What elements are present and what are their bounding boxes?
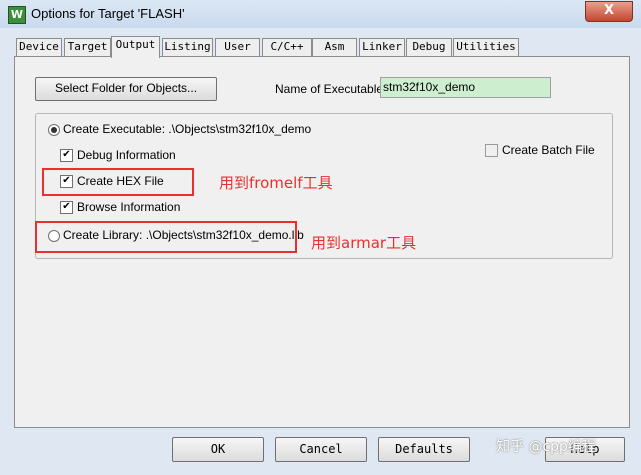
browse-info-checkbox[interactable]: ✔ — [60, 201, 73, 214]
name-executable-label: Name of Executable: — [275, 82, 387, 96]
tab-user[interactable]: User — [215, 38, 260, 56]
cancel-button[interactable]: Cancel — [275, 437, 367, 462]
options-dialog: W Options for Target 'FLASH' X Device Ta… — [0, 0, 641, 475]
tab-asm[interactable]: Asm — [312, 38, 357, 56]
hex-highlight-box — [42, 168, 194, 196]
close-button[interactable]: X — [585, 1, 633, 22]
library-highlight-box — [35, 221, 297, 253]
create-executable-label: Create Executable: .\Objects\stm32f10x_d… — [63, 122, 312, 136]
tab-debug[interactable]: Debug — [406, 38, 452, 56]
hex-annotation: 用到fromelf工具 — [219, 174, 333, 192]
tab-output[interactable]: Output — [111, 36, 160, 58]
select-folder-button[interactable]: Select Folder for Objects... — [35, 77, 217, 101]
create-batch-label: Create Batch File — [502, 143, 595, 157]
tab-linker[interactable]: Linker — [359, 38, 405, 56]
radio-dot-icon — [51, 127, 57, 133]
tab-c-cpp[interactable]: C/C++ — [262, 38, 312, 56]
library-annotation: 用到armar工具 — [311, 234, 417, 252]
debug-info-checkbox[interactable]: ✔ — [60, 149, 73, 162]
tab-utilities[interactable]: Utilities — [453, 38, 519, 56]
browse-info-label: Browse Information — [77, 200, 181, 214]
app-icon: W — [8, 6, 26, 24]
debug-info-label: Debug Information — [77, 148, 176, 162]
title-bar: W Options for Target 'FLASH' X — [0, 0, 641, 28]
tab-strip: Device Target Output Listing User C/C++ … — [16, 36, 636, 58]
defaults-button[interactable]: Defaults — [378, 437, 470, 462]
ok-button[interactable]: OK — [172, 437, 264, 462]
window-title: Options for Target 'FLASH' — [31, 6, 185, 21]
create-batch-checkbox[interactable] — [485, 144, 498, 157]
create-executable-radio[interactable] — [48, 124, 60, 136]
output-panel: Select Folder for Objects... Name of Exe… — [14, 56, 630, 428]
tab-target[interactable]: Target — [64, 38, 111, 56]
watermark-text: 知乎 @cpp编程 — [496, 439, 596, 455]
name-executable-input[interactable]: stm32f10x_demo — [380, 77, 551, 98]
tab-device[interactable]: Device — [16, 38, 62, 56]
tab-listing[interactable]: Listing — [162, 38, 213, 56]
